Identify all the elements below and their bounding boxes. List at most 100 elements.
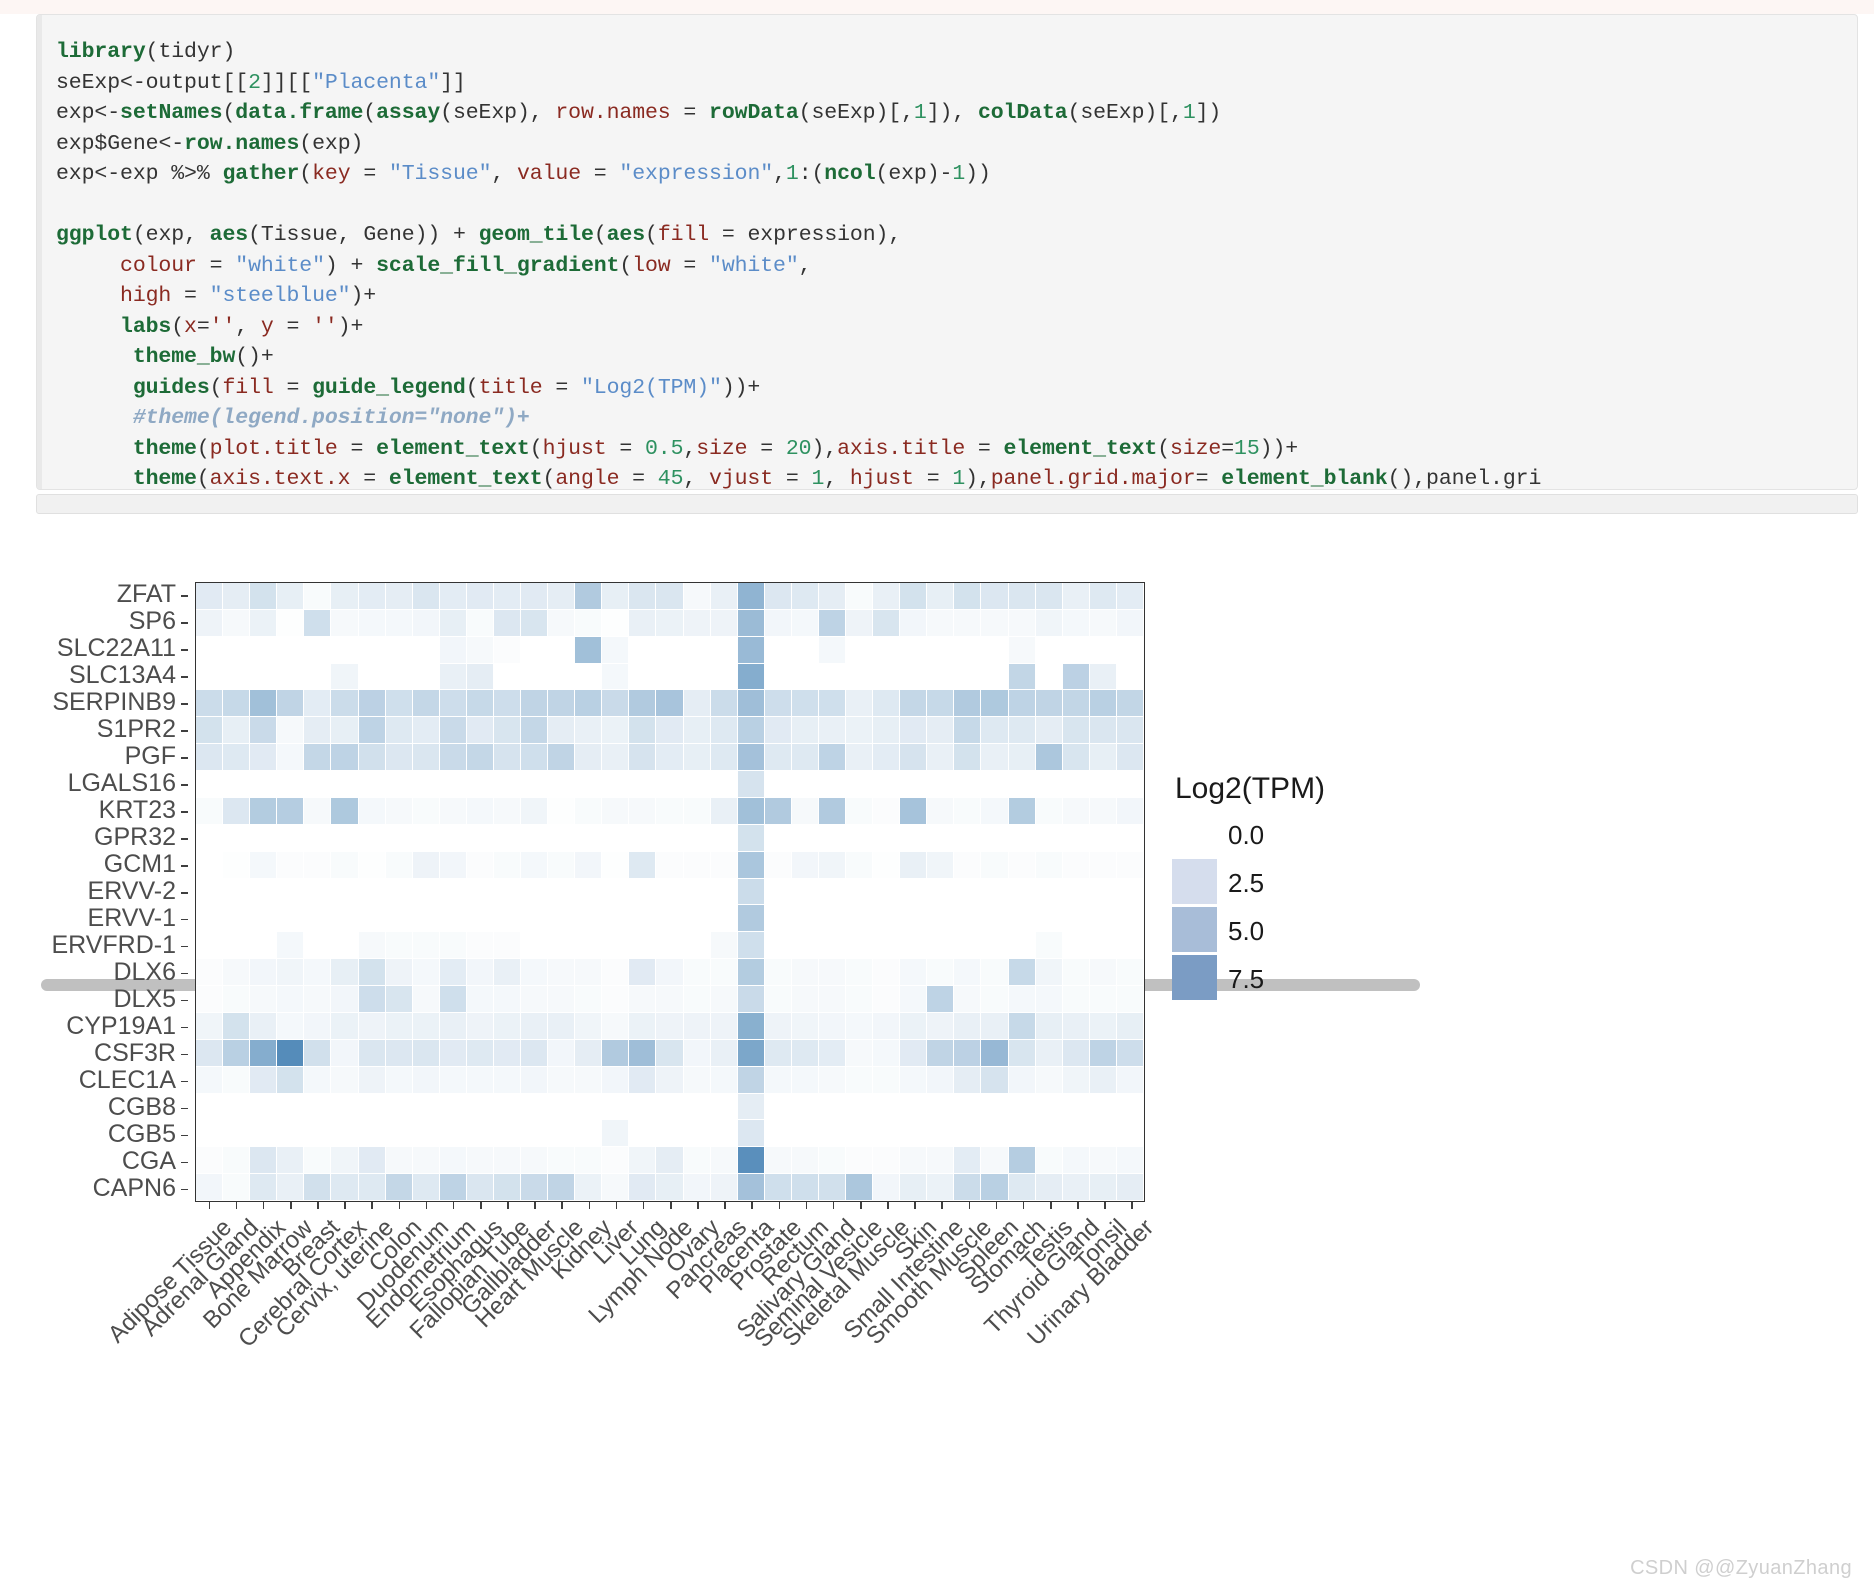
heatmap-cell <box>521 636 549 664</box>
heatmap-cell <box>1008 1012 1036 1040</box>
heatmap-cell <box>710 1066 738 1094</box>
y-axis-tick <box>181 1053 188 1056</box>
heatmap-cell <box>1008 986 1036 1013</box>
heatmap-cell <box>846 771 874 798</box>
heatmap-cell <box>710 1039 738 1067</box>
heatmap-cell <box>385 663 413 691</box>
heatmap-cell <box>304 797 332 825</box>
heatmap-cell <box>818 771 847 798</box>
heatmap-cell <box>439 1093 467 1121</box>
heatmap-cell <box>223 986 251 1013</box>
heatmap-cell <box>818 905 847 933</box>
heatmap-cell <box>927 797 955 825</box>
heatmap-cell <box>981 1147 1009 1175</box>
heatmap-cell <box>737 932 765 960</box>
heatmap-cell <box>791 851 819 879</box>
heatmap-cell <box>710 1174 738 1201</box>
heatmap-cell <box>1008 1039 1036 1067</box>
heatmap-cell <box>629 797 657 825</box>
heatmap-cell <box>927 717 955 745</box>
heatmap-cell <box>1089 609 1117 637</box>
heatmap-cell <box>196 959 224 987</box>
heatmap-cell <box>791 744 819 772</box>
heatmap-cell <box>331 1120 359 1148</box>
heatmap-cell <box>1116 1012 1144 1040</box>
y-axis-tick <box>181 676 188 678</box>
heatmap-cell <box>277 878 305 906</box>
heatmap-cell <box>466 717 494 745</box>
heatmap-cell <box>1116 986 1144 1013</box>
heatmap-cell <box>250 663 278 691</box>
heatmap-cell <box>358 609 386 637</box>
heatmap-cell <box>656 1093 684 1121</box>
heatmap-cell <box>818 932 847 960</box>
heatmap-cell <box>548 744 576 772</box>
heatmap-cell <box>412 717 440 745</box>
heatmap-cell <box>818 1120 847 1148</box>
heatmap-cell <box>439 851 467 879</box>
heatmap-cell <box>846 878 874 906</box>
heatmap-cell <box>1116 744 1144 772</box>
heatmap-cell <box>900 1093 928 1121</box>
heatmap-cell <box>873 824 901 852</box>
heatmap-cell <box>710 690 738 718</box>
heatmap-cell <box>548 797 576 825</box>
code-block[interactable]: library(tidyr) seExp<-output[[2]][["Plac… <box>36 14 1858 490</box>
heatmap-cell <box>385 824 413 852</box>
y-axis-label: SP6 <box>128 607 176 636</box>
heatmap-cell <box>764 959 792 987</box>
legend-label: 5.0 <box>1228 916 1265 946</box>
heatmap-cell <box>196 636 224 664</box>
heatmap-cell <box>439 636 467 664</box>
heatmap-cell <box>683 1147 711 1175</box>
heatmap-cell <box>1035 1174 1063 1201</box>
heatmap-cell <box>521 609 549 637</box>
heatmap-cell <box>575 905 603 933</box>
heatmap-cell <box>466 690 494 718</box>
y-axis-tick <box>181 811 188 813</box>
heatmap-cell <box>1062 1147 1090 1175</box>
heatmap-cell <box>791 1093 819 1121</box>
heatmap-cell <box>575 1174 603 1201</box>
heatmap-cell <box>981 932 1009 960</box>
heatmap-cell <box>250 959 278 987</box>
heatmap-cell <box>710 717 738 745</box>
heatmap-cell <box>656 717 684 745</box>
heatmap-cell <box>250 932 278 960</box>
heatmap-cell <box>466 583 494 610</box>
heatmap-cell <box>818 744 847 772</box>
heatmap-cell <box>331 932 359 960</box>
heatmap-cell <box>818 636 847 664</box>
heatmap-cell <box>981 959 1009 987</box>
y-axis-label: DLX5 <box>113 984 176 1013</box>
heatmap-cell <box>1035 744 1063 772</box>
heatmap-cell <box>575 878 603 906</box>
heatmap-cell <box>196 1093 224 1121</box>
heatmap-cell <box>873 797 901 825</box>
heatmap-cell <box>629 1174 657 1201</box>
heatmap-cell <box>304 932 332 960</box>
heatmap-cell <box>602 878 630 906</box>
y-axis-tick <box>181 1107 188 1110</box>
heatmap-cell <box>737 1120 765 1148</box>
heatmap-cell <box>873 1174 901 1201</box>
heatmap-cell <box>358 1174 386 1201</box>
heatmap-cell <box>791 932 819 960</box>
heatmap-cell <box>439 1147 467 1175</box>
heatmap-cell <box>846 986 874 1013</box>
heatmap-cell <box>629 636 657 664</box>
horizontal-scrollbar-track[interactable] <box>36 494 1858 991</box>
heatmap-cell <box>1008 1147 1036 1175</box>
heatmap-cell <box>710 663 738 691</box>
heatmap-cell <box>873 1066 901 1094</box>
heatmap-cell <box>764 636 792 664</box>
heatmap-cell <box>385 744 413 772</box>
heatmap-cell <box>683 905 711 933</box>
heatmap-cell <box>791 609 819 637</box>
heatmap-cell <box>277 1012 305 1040</box>
heatmap-cell <box>629 986 657 1013</box>
heatmap-cell <box>927 905 955 933</box>
heatmap-cell <box>1035 878 1063 906</box>
heatmap-cell <box>900 878 928 906</box>
heatmap-cell <box>521 1120 549 1148</box>
